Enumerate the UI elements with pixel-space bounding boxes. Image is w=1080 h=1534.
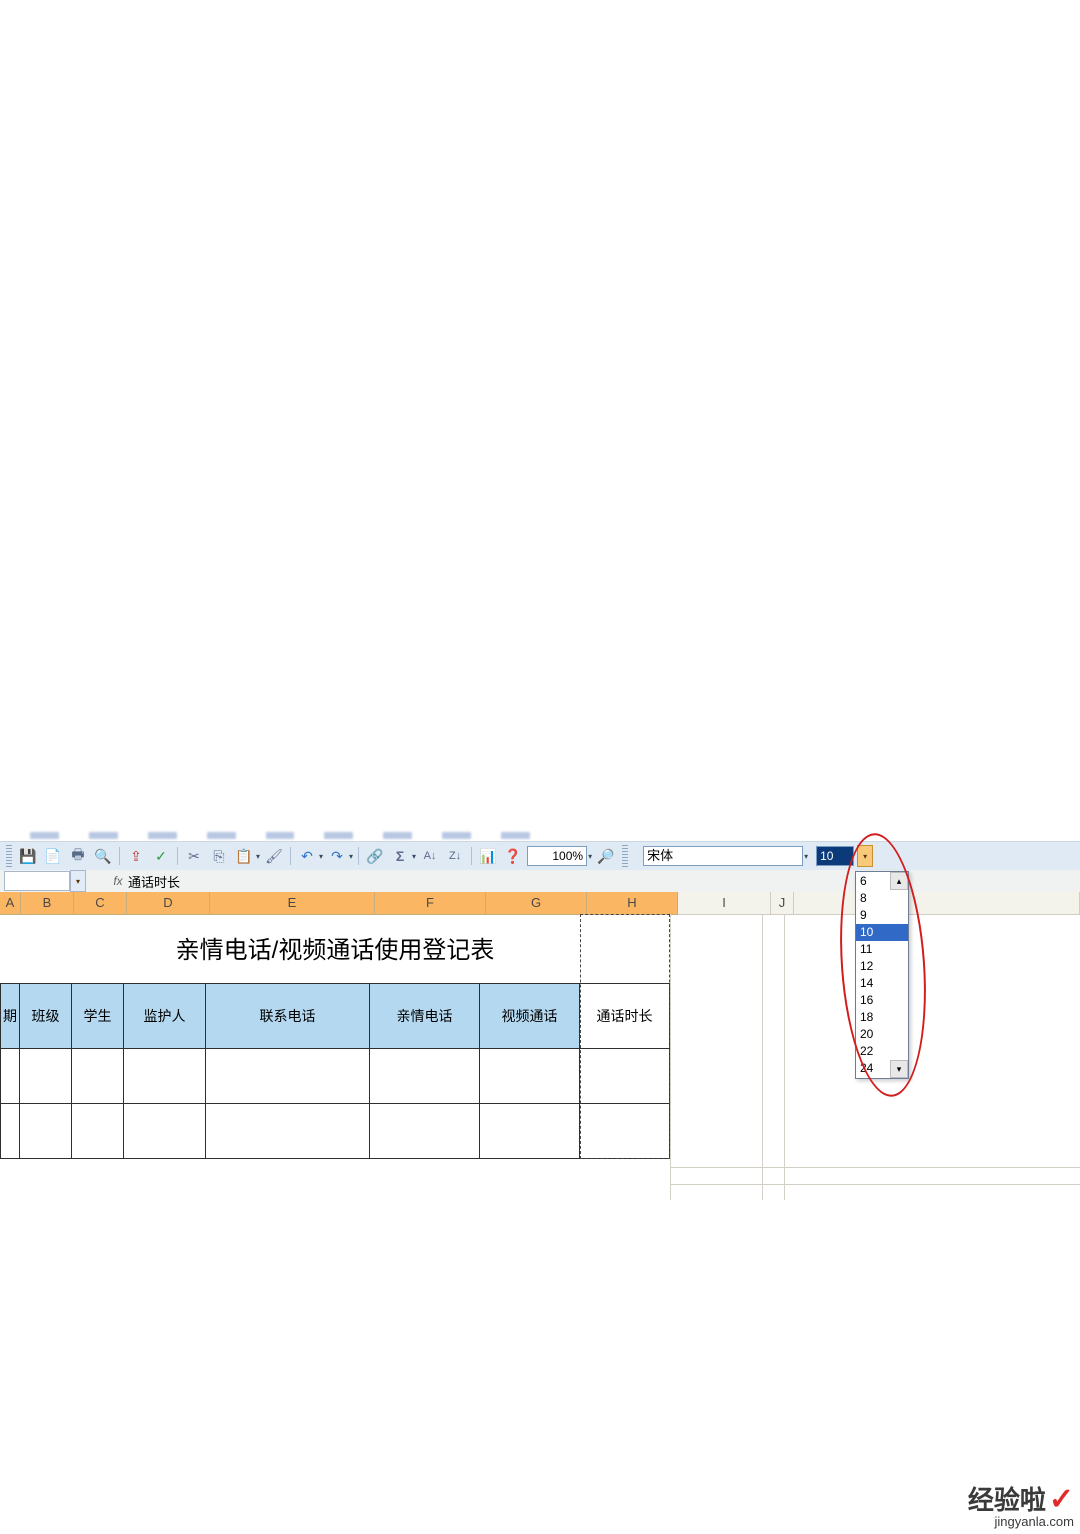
column-header-J[interactable]: J xyxy=(771,892,794,915)
table-cell[interactable] xyxy=(71,1048,124,1104)
font-size-input[interactable]: 10 xyxy=(816,846,854,866)
table-header-family-phone[interactable]: 亲情电话 xyxy=(369,983,480,1049)
font-size-dropdown-list: ▴ 6 8 9 10 11 12 14 16 18 20 22 24 ▾ xyxy=(855,871,909,1079)
toolbar-grip-2[interactable] xyxy=(622,845,628,867)
column-header-G[interactable]: G xyxy=(486,892,587,915)
preview-icon[interactable]: 🔍 xyxy=(92,845,114,867)
font-size-option[interactable]: 12 xyxy=(856,958,908,975)
font-size-dropdown-button[interactable]: ▾ xyxy=(857,845,873,867)
scroll-down-icon[interactable]: ▾ xyxy=(890,1060,908,1078)
font-name-dropdown-icon[interactable]: ▾ xyxy=(804,852,808,861)
cut-icon[interactable]: ✂ xyxy=(183,845,205,867)
table-cell[interactable] xyxy=(579,1048,670,1104)
column-header-B[interactable]: B xyxy=(21,892,74,915)
sum-icon[interactable]: Σ xyxy=(389,845,411,867)
search-icon[interactable]: 🔎 xyxy=(595,845,617,867)
zoom-dropdown-icon[interactable]: ▾ xyxy=(588,852,592,861)
undo-icon[interactable]: ↶ xyxy=(296,845,318,867)
sort-desc-icon[interactable]: Z↓ xyxy=(444,845,466,867)
table-cell[interactable] xyxy=(369,1103,480,1159)
font-size-option[interactable]: 9 xyxy=(856,907,908,924)
format-painter-icon[interactable]: 🖌 xyxy=(263,845,285,867)
chart-icon[interactable]: 📊 xyxy=(477,845,499,867)
redo-icon[interactable]: ↷ xyxy=(326,845,348,867)
column-header-I[interactable]: I xyxy=(678,892,771,915)
column-header-C[interactable]: C xyxy=(74,892,127,915)
table-header-student[interactable]: 学生 xyxy=(71,983,124,1049)
paste-dropdown-icon[interactable]: ▾ xyxy=(256,852,260,861)
column-header-blank[interactable] xyxy=(794,892,1080,915)
table-header-date[interactable]: 期 xyxy=(0,983,20,1049)
sheet-title[interactable]: 亲情电话/视频通话使用登记表 xyxy=(0,914,670,980)
formula-bar: ▾ fx 通话时长 xyxy=(0,870,1080,893)
table-header-contact[interactable]: 联系电话 xyxy=(205,983,370,1049)
column-header-H[interactable]: H xyxy=(587,892,678,915)
copy-icon[interactable]: ⎘ xyxy=(208,845,230,867)
table-cell[interactable] xyxy=(205,1103,370,1159)
font-size-option[interactable]: 14 xyxy=(856,975,908,992)
font-size-option[interactable]: 22 xyxy=(856,1043,908,1060)
table-header-video-call[interactable]: 视频通话 xyxy=(479,983,580,1049)
paste-icon[interactable]: 📋 xyxy=(233,845,255,867)
table-header-guardian[interactable]: 监护人 xyxy=(123,983,206,1049)
table-cell[interactable] xyxy=(19,1103,72,1159)
font-size-option[interactable]: 20 xyxy=(856,1026,908,1043)
font-size-option[interactable]: 11 xyxy=(856,941,908,958)
table-cell[interactable] xyxy=(205,1048,370,1104)
sum-dropdown-icon[interactable]: ▾ xyxy=(412,852,416,861)
help-icon[interactable]: ❓ xyxy=(502,845,524,867)
table-cell[interactable] xyxy=(369,1048,480,1104)
font-size-option[interactable]: 16 xyxy=(856,992,908,1009)
name-box[interactable] xyxy=(4,871,70,891)
font-size-option-selected[interactable]: 10 xyxy=(856,924,908,941)
save-icon[interactable]: 💾 xyxy=(17,845,39,867)
watermark: 经验啦✓ jingyanla.com xyxy=(968,1485,1074,1528)
zoom-input[interactable]: 100% xyxy=(527,846,587,866)
table-cell[interactable] xyxy=(579,1103,670,1159)
column-headers: A B C D E F G H I J xyxy=(0,892,1080,914)
table-header-duration[interactable]: 通话时长 xyxy=(579,983,670,1049)
table-cell[interactable] xyxy=(0,1103,20,1159)
table-header-class[interactable]: 班级 xyxy=(19,983,72,1049)
menu-bar-blur xyxy=(30,832,530,840)
column-header-A[interactable]: A xyxy=(0,892,21,915)
toolbar-grip[interactable] xyxy=(6,845,12,867)
column-header-E[interactable]: E xyxy=(210,892,375,915)
table-cell[interactable] xyxy=(479,1048,580,1104)
table-cell[interactable] xyxy=(479,1103,580,1159)
scroll-up-icon[interactable]: ▴ xyxy=(890,872,908,890)
redo-dropdown-icon[interactable]: ▾ xyxy=(349,852,353,861)
check-icon[interactable]: ✓ xyxy=(150,845,172,867)
standard-toolbar: 💾 📄 🖶 🔍 ⇪ ✓ ✂ ⎘ 📋 ▾ 🖌 ↶ ▾ ↷ ▾ 🔗 Σ ▾ A↓ Z… xyxy=(0,841,1080,871)
undo-dropdown-icon[interactable]: ▾ xyxy=(319,852,323,861)
checkmark-icon: ✓ xyxy=(1049,1483,1074,1516)
table-cell[interactable] xyxy=(19,1048,72,1104)
column-header-D[interactable]: D xyxy=(127,892,210,915)
sort-asc-icon[interactable]: A↓ xyxy=(419,845,441,867)
table-cell[interactable] xyxy=(123,1103,206,1159)
column-header-F[interactable]: F xyxy=(375,892,486,915)
font-name-input[interactable]: 宋体 xyxy=(643,846,803,866)
font-size-option[interactable]: 8 xyxy=(856,890,908,907)
watermark-brand: 经验啦 xyxy=(968,1485,1046,1515)
export-icon[interactable]: ⇪ xyxy=(125,845,147,867)
table-cell[interactable] xyxy=(71,1103,124,1159)
fx-icon[interactable]: fx xyxy=(108,874,128,888)
table-cell[interactable] xyxy=(123,1048,206,1104)
file-icon[interactable]: 📄 xyxy=(42,845,64,867)
print-icon[interactable]: 🖶 xyxy=(67,845,89,867)
hyperlink-icon[interactable]: 🔗 xyxy=(364,845,386,867)
formula-content[interactable]: 通话时长 xyxy=(128,872,180,891)
font-size-option[interactable]: 18 xyxy=(856,1009,908,1026)
name-box-dropdown-icon[interactable]: ▾ xyxy=(70,870,86,892)
table-cell[interactable] xyxy=(0,1048,20,1104)
watermark-url: jingyanla.com xyxy=(968,1515,1074,1528)
